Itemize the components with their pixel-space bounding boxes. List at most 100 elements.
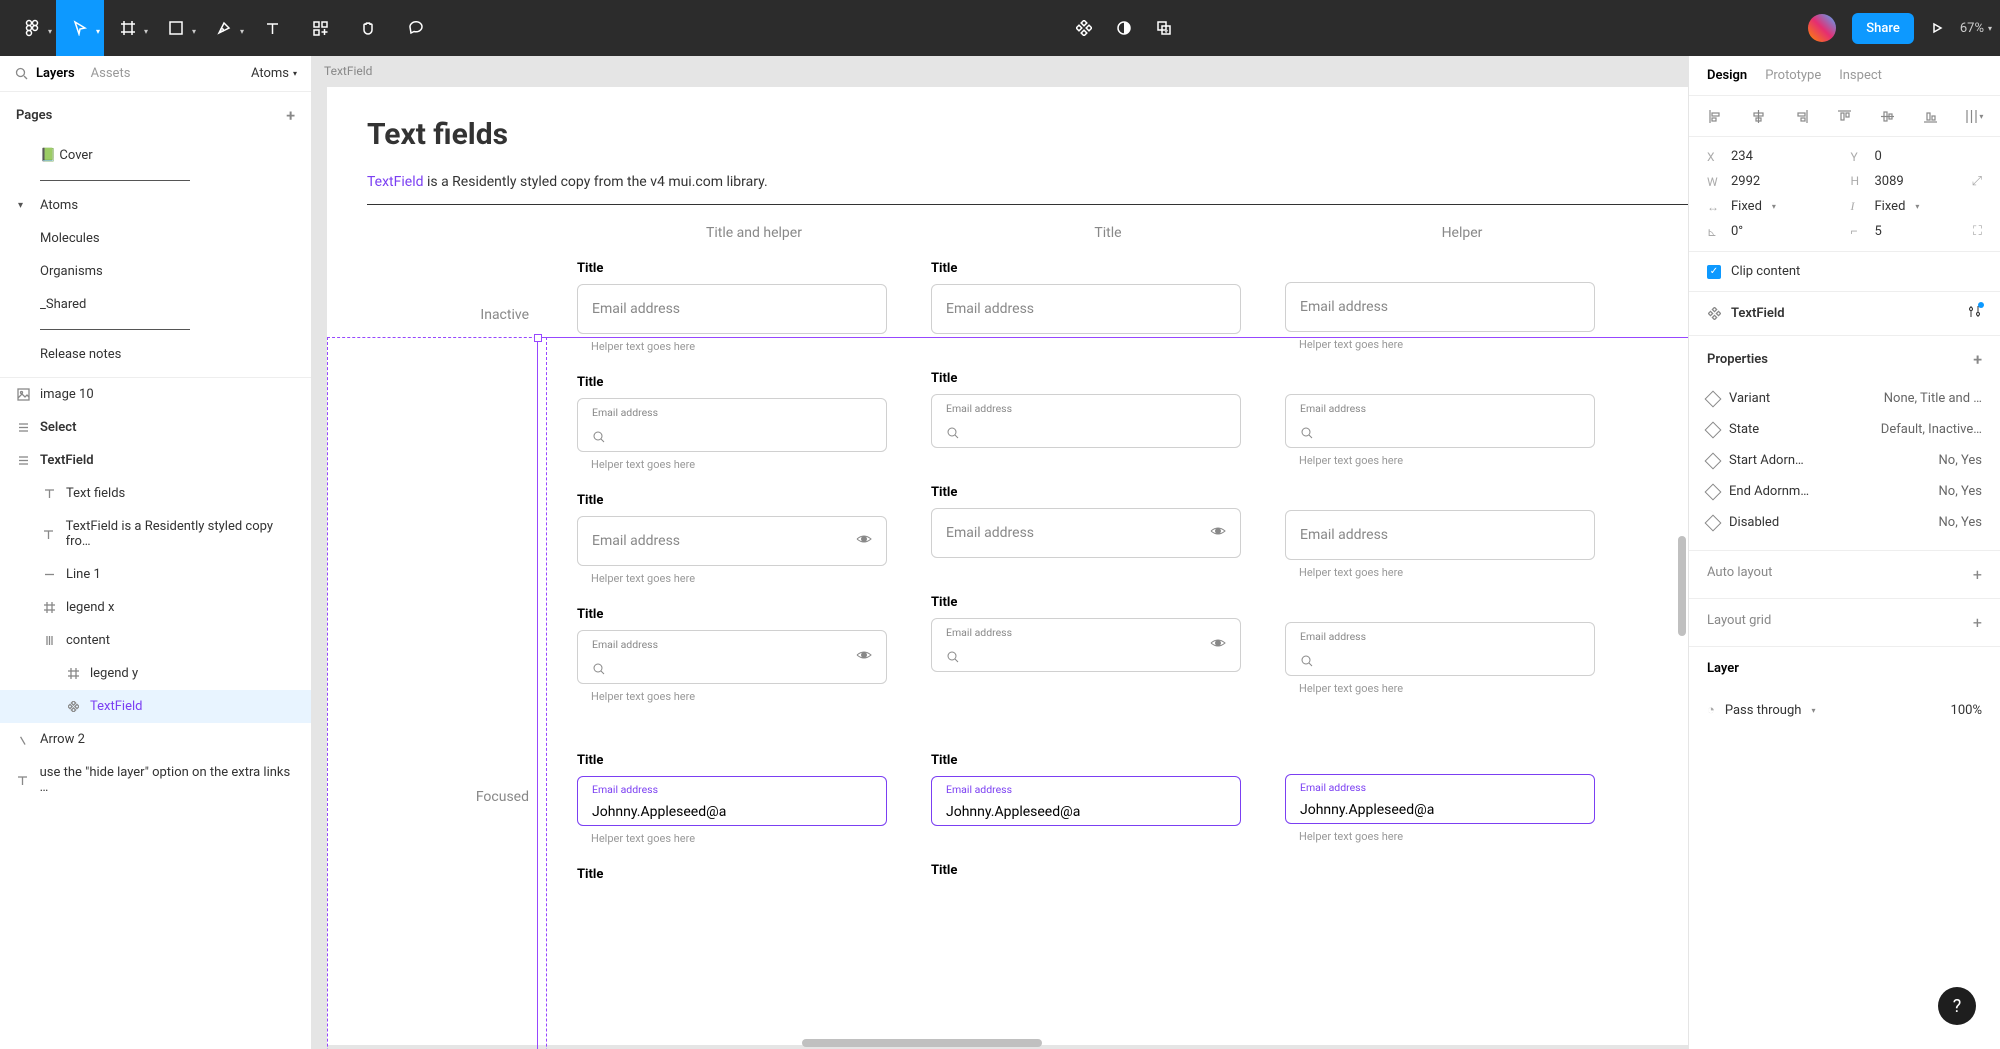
property-row[interactable]: StateDefault, Inactive… (1689, 414, 2000, 445)
layer-image[interactable]: image 10 (0, 378, 311, 411)
angle-value[interactable]: 0° (1731, 224, 1743, 239)
page-item-molecules[interactable]: Molecules (0, 222, 311, 255)
text-tool-button[interactable] (248, 0, 296, 56)
column-header: Title and helper (577, 225, 931, 241)
text-input[interactable]: Email address (577, 516, 887, 566)
layer-textfield[interactable]: TextField (0, 444, 311, 477)
tab-assets[interactable]: Assets (91, 66, 131, 81)
eye-icon[interactable] (856, 531, 872, 551)
tab-inspect[interactable]: Inspect (1839, 68, 1882, 83)
property-row[interactable]: Start Adorn…No, Yes (1689, 445, 2000, 476)
distribute-icon[interactable]: ▾ (1964, 106, 1984, 126)
layer-text-fields[interactable]: Text fields (0, 477, 311, 510)
page-item-release[interactable]: Release notes (0, 338, 311, 371)
layer-hide-note[interactable]: use the "hide layer" option on the extra… (0, 756, 311, 804)
text-input[interactable]: Email address (1285, 622, 1595, 676)
layer-legendx[interactable]: legend x (0, 591, 311, 624)
frame-tool-button[interactable]: ▾ (104, 0, 152, 56)
text-input[interactable]: Email addressJohnny.Appleseed@a (1285, 774, 1595, 824)
text-input[interactable]: Email address (931, 618, 1241, 672)
diamond-icon (1705, 390, 1722, 407)
shape-tool-button[interactable]: ▾ (152, 0, 200, 56)
layer-line1[interactable]: Line 1 (0, 558, 311, 591)
zoom-selector[interactable]: 67%▾ (1960, 21, 1992, 36)
figma-menu-button[interactable]: ▾ (8, 0, 56, 56)
text-input[interactable]: Email address (1285, 282, 1595, 332)
align-bottom-icon[interactable] (1921, 106, 1941, 126)
user-avatar[interactable] (1808, 14, 1836, 42)
page-item-organisms[interactable]: Organisms (0, 255, 311, 288)
text-input[interactable]: Email addressJohnny.Appleseed@a (931, 776, 1241, 826)
horizontal-scrollbar[interactable] (802, 1039, 1042, 1047)
property-row[interactable]: DisabledNo, Yes (1689, 507, 2000, 538)
text-input[interactable]: Email address (931, 284, 1241, 334)
layer-textfield-component[interactable]: TextField (0, 690, 311, 723)
y-value[interactable]: 0 (1875, 149, 1882, 164)
text-input[interactable]: Email address (1285, 510, 1595, 560)
search-icon[interactable] (14, 67, 28, 81)
align-left-icon[interactable] (1705, 106, 1725, 126)
auto-layout-section[interactable]: Auto layout+ (1689, 550, 2000, 598)
canvas[interactable]: TextField Text fields TextField is a Res… (312, 56, 1688, 1049)
add-page-icon[interactable]: + (286, 106, 295, 125)
layer-desc[interactable]: TextField is a Residently styled copy fr… (0, 510, 311, 558)
text-input[interactable]: Email address (1285, 394, 1595, 448)
layout-grid-section[interactable]: Layout grid+ (1689, 598, 2000, 646)
tab-prototype[interactable]: Prototype (1765, 68, 1821, 83)
layer-arrow2[interactable]: Arrow 2 (0, 723, 311, 756)
corners-icon[interactable]: ⛶ (1973, 224, 1982, 239)
page-item-cover[interactable]: 📗 Cover (0, 139, 311, 172)
align-top-icon[interactable] (1834, 106, 1854, 126)
mask-icon[interactable] (1116, 0, 1132, 56)
comment-tool-button[interactable] (392, 0, 440, 56)
component-name: TextField (1731, 306, 1785, 321)
blend-mode[interactable]: Pass through (1725, 703, 1802, 718)
share-button[interactable]: Share (1852, 13, 1914, 44)
text-input[interactable]: Email address (931, 508, 1241, 558)
text-input[interactable]: Email addressJohnny.Appleseed@a (577, 776, 887, 826)
frame-icon (42, 601, 56, 615)
text-input[interactable]: Email address (577, 284, 887, 334)
move-tool-button[interactable]: ▾ (56, 0, 104, 56)
align-hcenter-icon[interactable] (1748, 106, 1768, 126)
eye-icon[interactable] (1210, 635, 1226, 655)
radius-value[interactable]: 5 (1875, 224, 1882, 239)
property-row[interactable]: End Adornm…No, Yes (1689, 476, 2000, 507)
wmode-value[interactable]: Fixed (1731, 199, 1762, 214)
page-selector[interactable]: Atoms▾ (251, 66, 297, 81)
vertical-scrollbar[interactable] (1678, 536, 1686, 636)
eye-icon[interactable] (1210, 523, 1226, 543)
align-right-icon[interactable] (1791, 106, 1811, 126)
layer-legendy[interactable]: legend y (0, 657, 311, 690)
text-input[interactable]: Email address (577, 398, 887, 452)
text-input[interactable]: Email address (931, 394, 1241, 448)
help-button[interactable]: ? (1938, 987, 1976, 1025)
textfield-example: Title Email addressJohnny.Appleseed@a He… (577, 753, 931, 845)
layer-content[interactable]: content (0, 624, 311, 657)
tab-design[interactable]: Design (1707, 68, 1747, 83)
present-button[interactable] (1930, 0, 1944, 56)
resources-button[interactable] (296, 0, 344, 56)
h-value[interactable]: 3089 (1875, 174, 1904, 189)
pen-tool-button[interactable]: ▾ (200, 0, 248, 56)
property-row[interactable]: VariantNone, Title and … (1689, 383, 2000, 414)
page-item-shared[interactable]: _Shared (0, 288, 311, 321)
constrain-icon[interactable]: ⤢ (1972, 174, 1982, 189)
component-icon[interactable] (1076, 0, 1092, 56)
x-value[interactable]: 234 (1731, 149, 1753, 164)
boolean-icon[interactable]: ▾ (1156, 0, 1172, 56)
hmode-value[interactable]: Fixed (1875, 199, 1906, 214)
align-vcenter-icon[interactable] (1878, 106, 1898, 126)
w-value[interactable]: 2992 (1731, 174, 1760, 189)
adjust-icon[interactable] (1967, 304, 1982, 323)
textfield-example: Title Email address (931, 485, 1285, 573)
add-property-icon[interactable]: + (1973, 350, 1982, 369)
clip-content-checkbox[interactable]: ✓ (1707, 265, 1721, 279)
text-input[interactable]: Email address (577, 630, 887, 684)
hand-tool-button[interactable] (344, 0, 392, 56)
opacity-value[interactable]: 100% (1951, 703, 1982, 718)
page-item-atoms[interactable]: ▾Atoms (0, 189, 311, 222)
layer-select[interactable]: Select (0, 411, 311, 444)
tab-layers[interactable]: Layers (36, 66, 75, 81)
eye-icon[interactable] (856, 647, 872, 667)
